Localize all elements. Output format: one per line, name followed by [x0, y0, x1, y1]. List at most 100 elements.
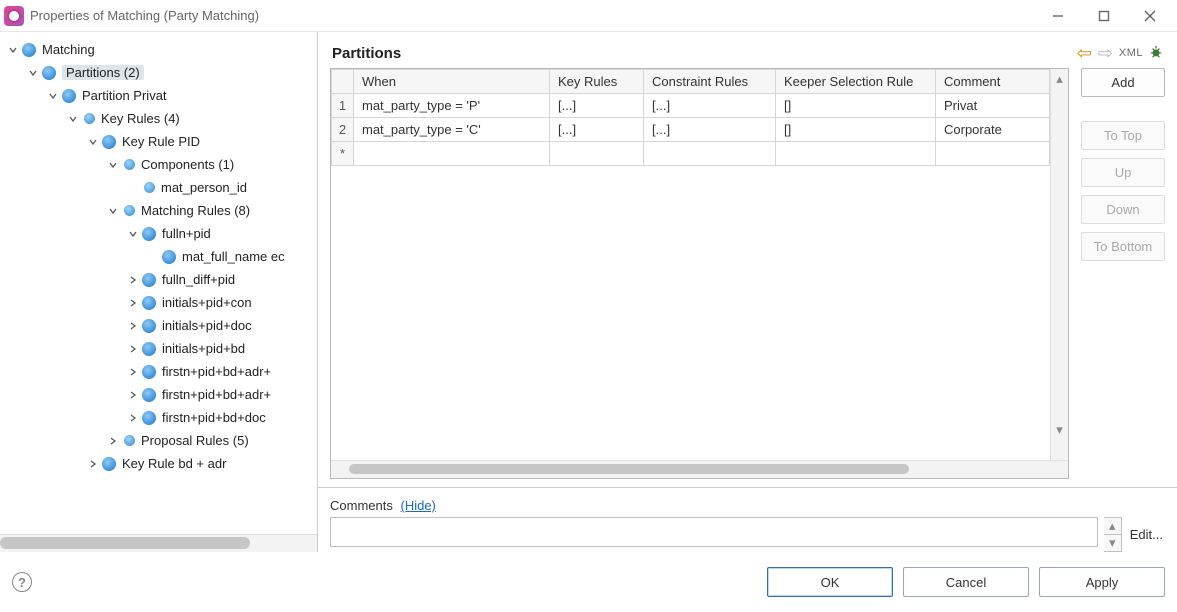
chevron-down-icon[interactable] [6, 43, 20, 57]
chevron-down-icon[interactable] [106, 158, 120, 172]
tree-item[interactable]: initials+pid+con [0, 291, 317, 314]
chevron-right-icon[interactable] [126, 365, 140, 379]
empty-cell[interactable] [936, 142, 1050, 166]
empty-cell[interactable] [550, 142, 644, 166]
chevron-down-icon[interactable] [46, 89, 60, 103]
up-button[interactable]: Up [1081, 158, 1165, 187]
apply-button[interactable]: Apply [1039, 567, 1165, 597]
edit-button[interactable]: Edit... [1128, 517, 1165, 552]
scroll-up-icon[interactable]: ▴ [1051, 71, 1068, 87]
chevron-right-icon[interactable] [126, 296, 140, 310]
cell-when[interactable]: mat_party_type = 'P' [354, 94, 550, 118]
cell-key-rules[interactable]: [...] [550, 94, 644, 118]
cell-when[interactable]: mat_party_type = 'C' [354, 118, 550, 142]
to-top-button[interactable]: To Top [1081, 121, 1165, 150]
new-row-marker[interactable]: * [332, 142, 354, 166]
scroll-down-icon[interactable]: ▾ [1051, 422, 1068, 438]
chevron-right-icon[interactable] [126, 411, 140, 425]
down-button[interactable]: Down [1081, 195, 1165, 224]
tree-item[interactable]: mat_full_name ec [0, 245, 317, 268]
empty-cell[interactable] [354, 142, 550, 166]
hide-link[interactable]: (Hide) [400, 498, 435, 513]
tree-item[interactable]: Partition Privat [0, 84, 317, 107]
empty-cell[interactable] [644, 142, 776, 166]
tree-item-label: fulln+pid [162, 226, 211, 241]
comments-input[interactable] [330, 517, 1098, 547]
cell-constraint-rules[interactable]: [...] [644, 94, 776, 118]
chevron-down-icon[interactable] [66, 112, 80, 126]
tree-item[interactable]: fulln+pid [0, 222, 317, 245]
stepper-up-icon[interactable]: ▴ [1104, 518, 1121, 535]
tree-item[interactable]: Components (1) [0, 153, 317, 176]
chevron-right-icon[interactable] [126, 319, 140, 333]
ok-button[interactable]: OK [767, 567, 893, 597]
help-icon[interactable]: ? [12, 572, 32, 592]
cell-keeper-rule[interactable]: [] [776, 118, 936, 142]
row-number[interactable]: 1 [332, 94, 354, 118]
col-key-rules[interactable]: Key Rules [550, 70, 644, 94]
chevron-down-icon[interactable] [86, 135, 100, 149]
to-bottom-button[interactable]: To Bottom [1081, 232, 1165, 261]
comments-section: Comments (Hide) ▴ ▾ Edit... [318, 487, 1177, 552]
back-arrow-icon[interactable]: ⇦ [1077, 44, 1092, 62]
chevron-right-icon[interactable] [126, 388, 140, 402]
bug-icon[interactable] [1149, 45, 1163, 62]
window-title: Properties of Matching (Party Matching) [30, 8, 259, 23]
col-constraint-rules[interactable]: Constraint Rules [644, 70, 776, 94]
chevron-right-icon[interactable] [126, 342, 140, 356]
row-number[interactable]: 2 [332, 118, 354, 142]
tree-item[interactable]: Key Rules (4) [0, 107, 317, 130]
add-button[interactable]: Add [1081, 68, 1165, 97]
tree-item[interactable]: firstn+pid+bd+doc [0, 406, 317, 429]
tree-item[interactable]: Key Rule bd + adr [0, 452, 317, 475]
tree-scroll[interactable]: MatchingPartitions (2)Partition PrivatKe… [0, 32, 317, 534]
col-when[interactable]: When [354, 70, 550, 94]
comments-stepper[interactable]: ▴ ▾ [1104, 517, 1122, 552]
node-icon [102, 135, 116, 149]
cell-comment[interactable]: Corporate [936, 118, 1050, 142]
node-icon [142, 365, 156, 379]
cell-constraint-rules[interactable]: [...] [644, 118, 776, 142]
tree-item[interactable]: initials+pid+doc [0, 314, 317, 337]
chevron-down-icon[interactable] [26, 66, 40, 80]
tree-item[interactable]: mat_person_id [0, 176, 317, 199]
chevron-down-icon[interactable] [106, 204, 120, 218]
tree-item[interactable]: Key Rule PID [0, 130, 317, 153]
chevron-right-icon[interactable] [86, 457, 100, 471]
node-icon [142, 342, 156, 356]
tree-item[interactable]: Partitions (2) [0, 61, 317, 84]
tree-h-scrollbar-thumb[interactable] [0, 537, 250, 549]
tree-item[interactable]: Matching Rules (8) [0, 199, 317, 222]
maximize-button[interactable] [1081, 2, 1127, 30]
cell-key-rules[interactable]: [...] [550, 118, 644, 142]
stepper-down-icon[interactable]: ▾ [1104, 535, 1121, 551]
chevron-right-icon[interactable] [126, 273, 140, 287]
tree-item[interactable]: Proposal Rules (5) [0, 429, 317, 452]
tree-item[interactable]: initials+pid+bd [0, 337, 317, 360]
cell-keeper-rule[interactable]: [] [776, 94, 936, 118]
chevron-right-icon[interactable] [106, 434, 120, 448]
xml-link[interactable]: XML [1119, 47, 1143, 59]
tree-item-label: firstn+pid+bd+adr+ [162, 387, 271, 402]
grid-v-scrollbar[interactable]: ▴ ▾ [1050, 69, 1068, 460]
forward-arrow-icon[interactable]: ⇨ [1098, 44, 1113, 62]
partitions-grid[interactable]: When Key Rules Constraint Rules Keeper S… [331, 69, 1050, 166]
minimize-button[interactable] [1035, 2, 1081, 30]
table-row[interactable]: 1mat_party_type = 'P'[...][...][]Privat [332, 94, 1050, 118]
col-comment[interactable]: Comment [936, 70, 1050, 94]
chevron-down-icon[interactable] [126, 227, 140, 241]
tree-item[interactable]: firstn+pid+bd+adr+ [0, 360, 317, 383]
cell-comment[interactable]: Privat [936, 94, 1050, 118]
grid-h-scrollbar-thumb[interactable] [349, 464, 909, 474]
grid-h-scrollbar[interactable] [331, 460, 1068, 478]
tree-item[interactable]: fulln_diff+pid [0, 268, 317, 291]
tree-item[interactable]: firstn+pid+bd+adr+ [0, 383, 317, 406]
tree-h-scrollbar[interactable] [0, 534, 317, 552]
new-row[interactable]: * [332, 142, 1050, 166]
empty-cell[interactable] [776, 142, 936, 166]
cancel-button[interactable]: Cancel [903, 567, 1029, 597]
table-row[interactable]: 2mat_party_type = 'C'[...][...][]Corpora… [332, 118, 1050, 142]
col-keeper-rule[interactable]: Keeper Selection Rule [776, 70, 936, 94]
tree-item[interactable]: Matching [0, 38, 317, 61]
close-button[interactable] [1127, 2, 1173, 30]
